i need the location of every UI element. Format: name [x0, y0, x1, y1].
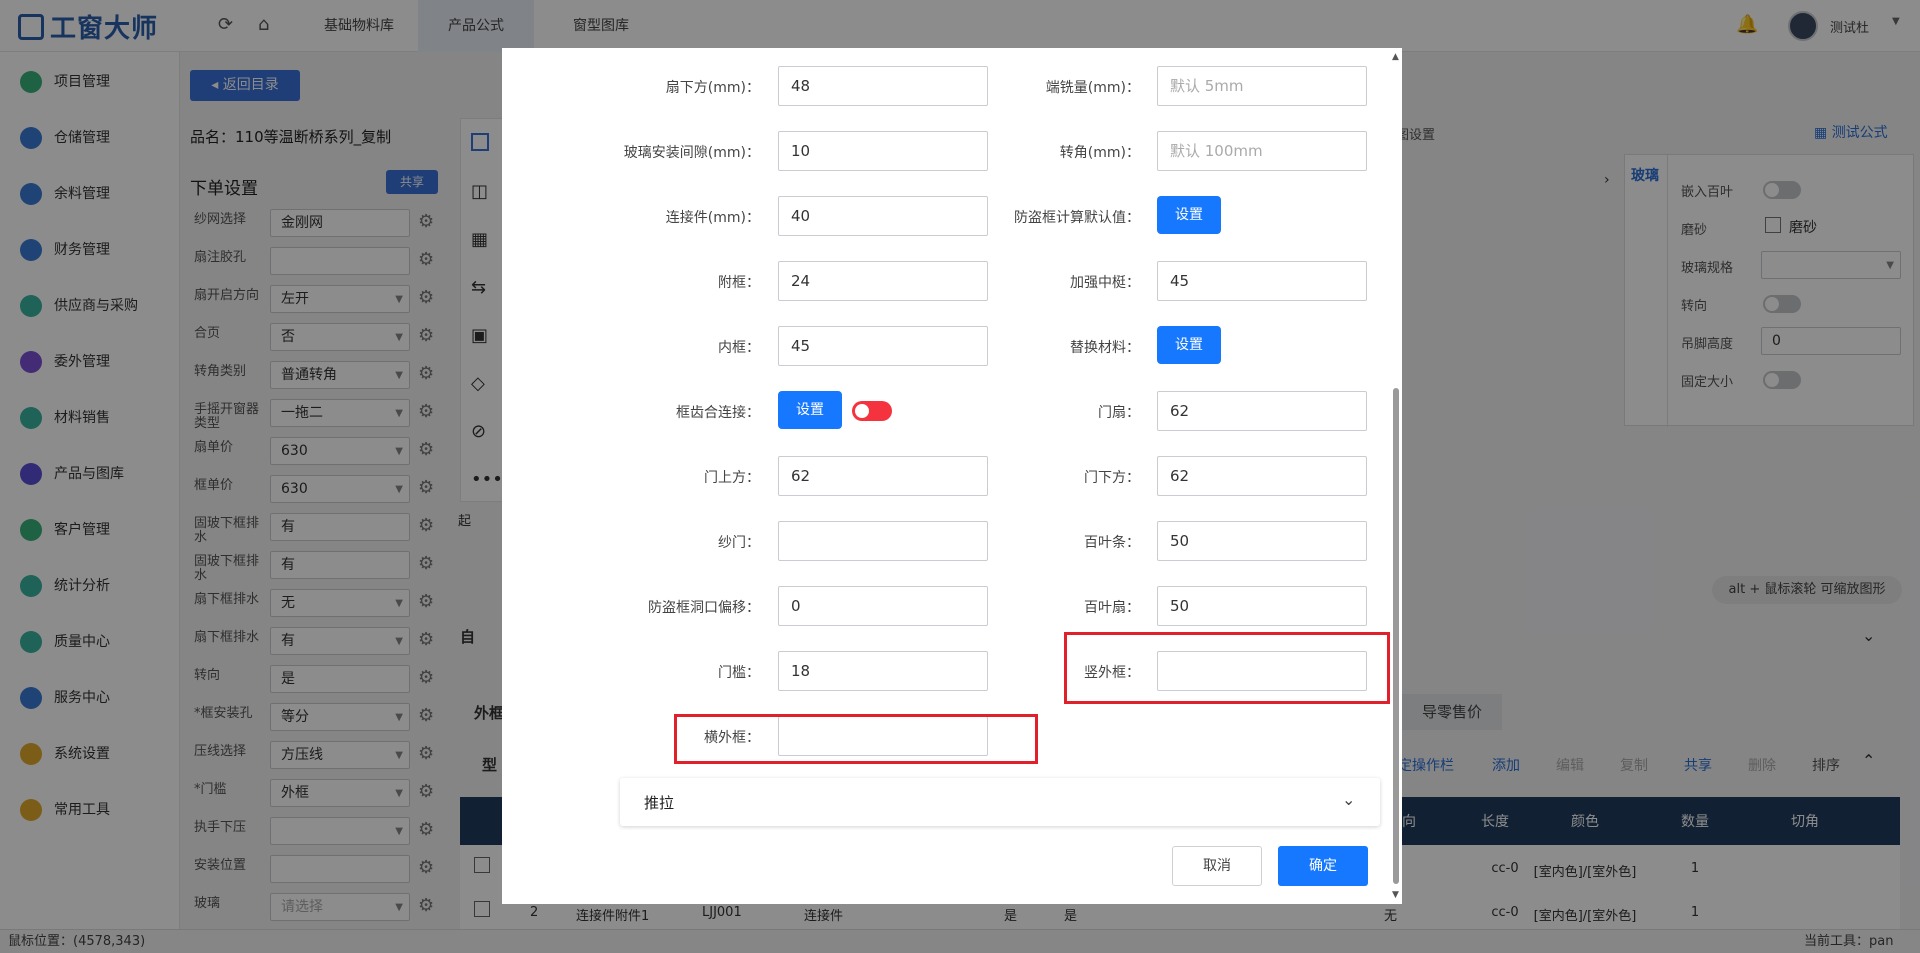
confirm-button[interactable]: 确定 — [1278, 846, 1368, 886]
field-input[interactable]: 45 — [1157, 261, 1367, 301]
field-label: 加强中梃： — [1070, 275, 1140, 291]
field-label: 玻璃安装间隙(mm)： — [623, 145, 760, 161]
field-label: 防盗框洞口偏移： — [648, 600, 760, 616]
field-label: 转角(mm)： — [1059, 145, 1140, 161]
scroll-down-icon[interactable]: ▼ — [1392, 890, 1399, 900]
field-label: 附框： — [718, 275, 760, 291]
field-input[interactable]: 50 — [1157, 521, 1367, 561]
connection-toggle[interactable] — [852, 401, 892, 421]
scrollbar-thumb[interactable] — [1393, 388, 1399, 884]
highlight-box — [1064, 632, 1390, 704]
field-label: 替换材料： — [1070, 340, 1140, 356]
section-title: 推拉 — [644, 794, 675, 812]
field-label: 门上方： — [704, 470, 760, 486]
formula-settings-dialog: 扇下方(mm)： 48 端铣量(mm)： 默认 5mm 玻璃安装间隙(mm)： 10 转角(… — [502, 48, 1402, 904]
field-input[interactable]: 62 — [1157, 391, 1367, 431]
field-label: 门下方： — [1084, 470, 1140, 486]
settings-button[interactable]: 设置 — [778, 391, 842, 429]
field-label: 门槛： — [718, 665, 760, 681]
toggle-knob — [855, 404, 869, 418]
field-label: 防盗框计算默认值： — [1014, 210, 1140, 226]
field-input[interactable]: 默认 100mm — [1157, 131, 1367, 171]
field-label: 端铣量(mm)： — [1045, 80, 1140, 96]
settings-button[interactable]: 设置 — [1157, 326, 1221, 364]
field-label: 门扇： — [1098, 405, 1140, 421]
field-input[interactable]: 62 — [1157, 456, 1367, 496]
field-label: 框齿合连接： — [676, 405, 760, 421]
field-input[interactable]: 50 — [1157, 586, 1367, 626]
chevron-down-icon[interactable]: ⌄ — [1342, 790, 1355, 809]
field-label: 百叶条： — [1084, 535, 1140, 551]
field-input[interactable]: 默认 5mm — [1157, 66, 1367, 106]
field-label: 内框： — [718, 340, 760, 356]
field-label: 百叶扇： — [1084, 600, 1140, 616]
highlight-box — [674, 714, 1038, 764]
field-label: 扇下方(mm)： — [665, 80, 760, 96]
field-label: 连接件(mm)： — [665, 210, 760, 226]
settings-button[interactable]: 设置 — [1157, 196, 1221, 234]
section-push-pull[interactable]: 推拉 ⌄ — [620, 778, 1380, 826]
cancel-button[interactable]: 取消 — [1172, 846, 1262, 886]
field-label: 纱门： — [718, 535, 760, 551]
scroll-up-icon[interactable]: ▲ — [1392, 52, 1399, 62]
